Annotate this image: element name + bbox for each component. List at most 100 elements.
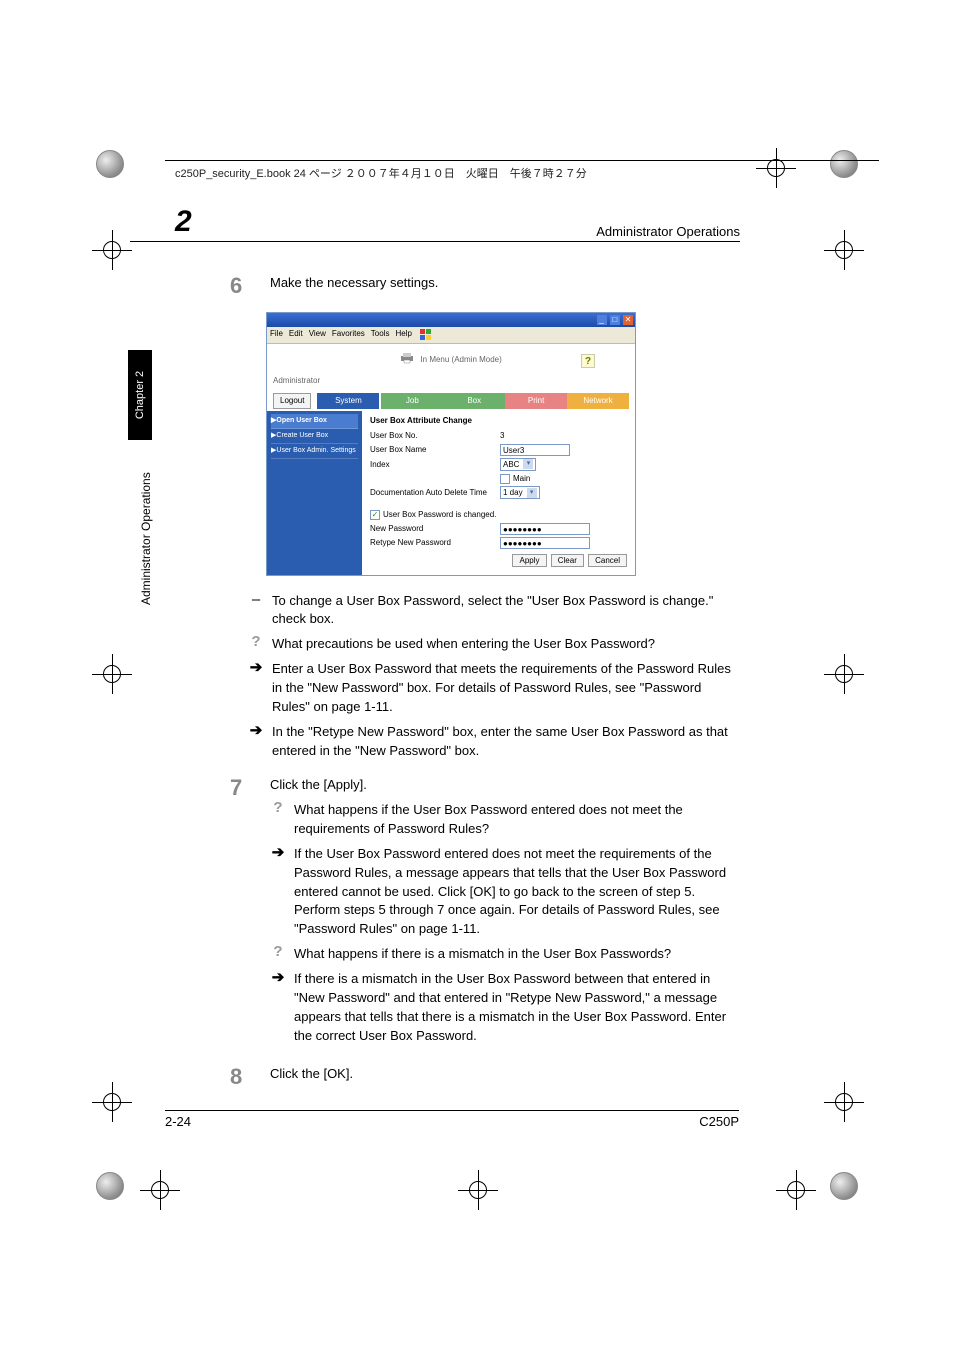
sub-item: ? What precautions be used when entering… [248, 635, 740, 654]
sub-item: – To change a User Box Password, select … [248, 592, 740, 630]
help-icon[interactable]: ? [581, 354, 595, 368]
checkbox-password-change[interactable] [370, 510, 380, 520]
registration-mark [92, 1082, 132, 1122]
sub-text: If there is a mismatch in the User Box P… [294, 970, 740, 1045]
chevron-down-icon: ▾ [527, 488, 537, 498]
window-buttons: _ □ ✕ [596, 314, 633, 326]
tab-network[interactable]: Network [567, 393, 629, 409]
sub-item: ➔ If the User Box Password entered does … [270, 845, 740, 939]
registration-mark [756, 148, 796, 188]
menu-view[interactable]: View [309, 328, 326, 342]
windows-flag-icon [420, 329, 432, 341]
tab-box[interactable]: Box [443, 393, 505, 409]
sub-item: ➔ Enter a User Box Password that meets t… [248, 660, 740, 717]
printer-icon [400, 352, 414, 368]
step-text: Click the [Apply]. [270, 776, 740, 795]
sub-text: Enter a User Box Password that meets the… [272, 660, 740, 717]
registration-mark [776, 1170, 816, 1210]
label-main-checkbox: Main [513, 473, 530, 485]
page-number: 2-24 [165, 1114, 191, 1129]
arrow-icon: ➔ [248, 723, 264, 761]
input-user-box-name[interactable]: User3 [500, 444, 570, 456]
menubar: File Edit View Favorites Tools Help [267, 327, 635, 344]
step-text: Click the [OK]. [270, 1065, 740, 1084]
print-corner-dot [96, 150, 124, 178]
sub-item: ? What happens if there is a mismatch in… [270, 945, 740, 964]
sub-text: What precautions be used when entering t… [272, 635, 740, 654]
apply-button[interactable]: Apply [512, 554, 546, 567]
sub-item: ➔ If there is a mismatch in the User Box… [270, 970, 740, 1045]
value-user-box-no: 3 [500, 430, 504, 442]
sidebar: ▶Open User Box ▶Create User Box ▶User Bo… [267, 411, 362, 575]
registration-mark [92, 654, 132, 694]
sidebar-user-box-admin-settings[interactable]: ▶User Box Admin. Settings [271, 444, 358, 459]
sidebar-create-user-box[interactable]: ▶Create User Box [271, 429, 358, 444]
step-7: 7 Click the [Apply]. ? What happens if t… [230, 772, 740, 1051]
step-8: 8 Click the [OK]. [230, 1061, 740, 1093]
checkbox-main[interactable] [500, 474, 510, 484]
step-number: 7 [230, 772, 252, 1051]
page-footer: 2-24 C250P [165, 1110, 739, 1129]
dash-icon: – [248, 592, 264, 630]
question-icon: ? [270, 801, 286, 839]
tab-system[interactable]: System [317, 393, 379, 409]
tab-print[interactable]: Print [505, 393, 567, 409]
clear-button[interactable]: Clear [551, 554, 584, 567]
admin-label: Administrator [273, 375, 320, 387]
running-title: Administrator Operations [596, 224, 740, 239]
step-text: Make the necessary settings. [270, 274, 740, 293]
sub-text: What happens if the User Box Password en… [294, 801, 740, 839]
sub-text: To change a User Box Password, select th… [272, 592, 740, 630]
header-area: In Menu (Admin Mode) ? [267, 344, 635, 372]
window-titlebar: _ □ ✕ [267, 313, 635, 327]
sub-item: ? What happens if the User Box Password … [270, 801, 740, 839]
sub-text: What happens if there is a mismatch in t… [294, 945, 740, 964]
step-number: 6 [230, 270, 252, 302]
input-new-password[interactable]: ●●●●●●●● [500, 523, 590, 535]
registration-mark [824, 654, 864, 694]
chapter-number: 2 [175, 205, 192, 239]
embedded-screenshot: _ □ ✕ File Edit View Favorites Tools Hel… [266, 312, 636, 576]
menu-edit[interactable]: Edit [289, 328, 303, 342]
question-arrow-icon: ? [248, 635, 264, 654]
print-corner-dot [830, 1172, 858, 1200]
label-new-password: New Password [370, 523, 500, 535]
step-6: 6 Make the necessary settings. [230, 270, 740, 302]
logout-button[interactable]: Logout [273, 393, 311, 409]
menu-file[interactable]: File [270, 328, 283, 342]
arrow-icon: ➔ [270, 845, 286, 939]
menu-help[interactable]: Help [395, 328, 411, 342]
registration-mark [824, 230, 864, 270]
form-heading: User Box Attribute Change [370, 415, 627, 427]
label-password-change: User Box Password is changed. [383, 509, 496, 521]
print-corner-dot [96, 1172, 124, 1200]
registration-mark [458, 1170, 498, 1210]
select-index[interactable]: ABC▾ [500, 458, 536, 471]
question-icon: ? [270, 945, 286, 964]
label-user-box-no: User Box No. [370, 430, 500, 442]
cancel-button[interactable]: Cancel [588, 554, 627, 567]
maximize-icon[interactable]: □ [610, 315, 620, 325]
chevron-down-icon: ▾ [523, 459, 533, 469]
sub-item: ➔ In the "Retype New Password" box, ente… [248, 723, 740, 761]
print-corner-dot [830, 150, 858, 178]
model-label: C250P [699, 1114, 739, 1129]
close-icon[interactable]: ✕ [623, 315, 633, 325]
arrow-icon: ➔ [270, 970, 286, 1045]
form-main: User Box Attribute Change User Box No. 3… [362, 411, 635, 575]
minimize-icon[interactable]: _ [597, 315, 607, 325]
sub-text: In the "Retype New Password" box, enter … [272, 723, 740, 761]
running-head: 2 Administrator Operations [130, 205, 740, 242]
label-retype-password: Retype New Password [370, 537, 500, 549]
input-retype-password[interactable]: ●●●●●●●● [500, 537, 590, 549]
tab-job[interactable]: Job [381, 393, 443, 409]
select-auto-delete[interactable]: 1 day▾ [500, 486, 540, 499]
label-index: Index [370, 459, 500, 471]
sidebar-open-user-box[interactable]: ▶Open User Box [271, 414, 358, 429]
header-rule [165, 160, 879, 161]
menu-tools[interactable]: Tools [371, 328, 390, 342]
titlebar-icon [269, 314, 271, 326]
menu-favorites[interactable]: Favorites [332, 328, 365, 342]
registration-mark [140, 1170, 180, 1210]
arrow-icon: ➔ [248, 660, 264, 717]
